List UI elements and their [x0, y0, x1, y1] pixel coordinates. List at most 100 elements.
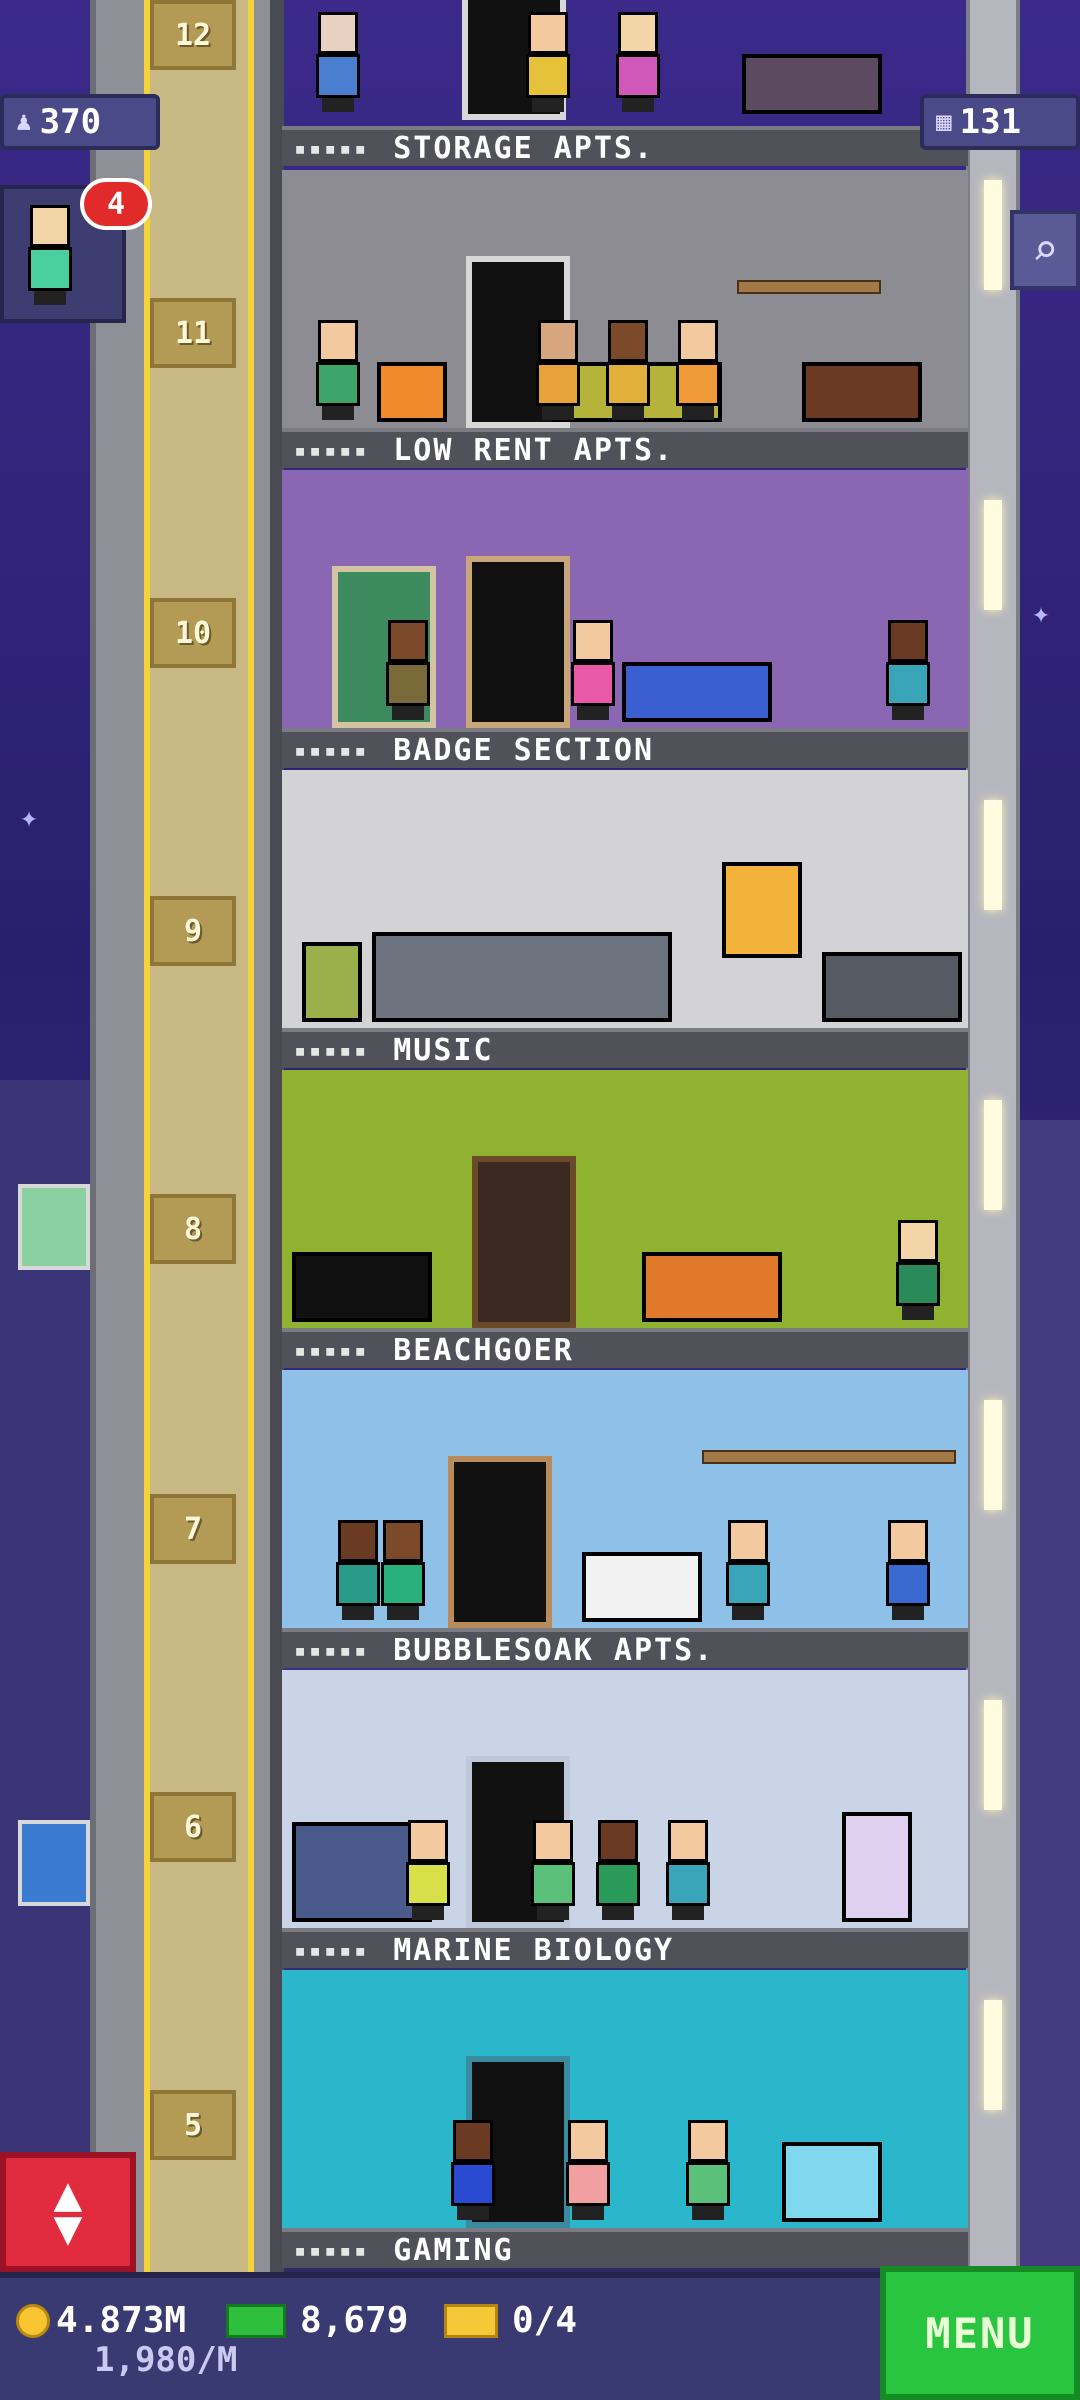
floor-name: STORAGE APTS. [393, 130, 655, 166]
tower-resident[interactable] [722, 1520, 774, 1620]
sofa [582, 1552, 702, 1622]
floor-label[interactable]: ▪▪▪▪▪ MARINE BIOLOGY [282, 1928, 968, 1968]
tower-resident[interactable] [612, 12, 664, 112]
floor-rating: ▪▪▪▪▪ [294, 136, 370, 160]
room-door [448, 1456, 552, 1628]
wall-shelf [702, 1450, 956, 1464]
floor-room[interactable] [282, 1370, 968, 1628]
floor-room[interactable] [282, 1970, 968, 2228]
floor-counter[interactable]: ▦ 131 [920, 94, 1080, 150]
grand-piano [292, 1252, 432, 1322]
floor-rating: ▪▪▪▪▪ [294, 1038, 370, 1062]
floor-room[interactable] [282, 1670, 968, 1928]
bux-value: 8,679 [300, 2300, 409, 2341]
tower-resident[interactable] [562, 2120, 614, 2220]
floor-room[interactable] [282, 770, 968, 1028]
city-skyline-right [1015, 1120, 1080, 2340]
message-icon[interactable] [18, 1820, 90, 1906]
bux-icon [226, 2303, 286, 2338]
floor-room[interactable] [282, 0, 968, 120]
floor-10[interactable]: ▪▪▪▪▪ BADGE SECTION [282, 470, 968, 770]
floor-room[interactable] [282, 1070, 968, 1328]
population-counter[interactable]: ♟ 370 [0, 94, 160, 150]
tower-resident[interactable] [592, 1820, 644, 1920]
tower-resident[interactable] [377, 1520, 429, 1620]
floor-9[interactable]: ▪▪▪▪▪ MUSIC [282, 770, 968, 1070]
tower-resident[interactable] [602, 320, 654, 420]
tower-resident[interactable] [447, 2120, 499, 2220]
floor-label[interactable]: ▪▪▪▪▪ MUSIC [282, 1028, 968, 1068]
floor-number-12: 12 [150, 0, 236, 70]
floor-7[interactable]: ▪▪▪▪▪ BUBBLESOAK APTS. [282, 1370, 968, 1670]
floor-label[interactable]: ▪▪▪▪▪ LOW RENT APTS. [282, 428, 968, 468]
elevator-button[interactable]: ▲ ▼ [0, 2152, 136, 2272]
floor-8[interactable]: ▪▪▪▪▪ BEACHGOER [282, 1070, 968, 1370]
fries-bitizen-icon[interactable] [18, 1184, 90, 1270]
floor-count-value: 131 [959, 102, 1022, 142]
room-door [472, 1156, 576, 1328]
tower-resident[interactable] [682, 2120, 734, 2220]
tower-resident[interactable] [662, 1820, 714, 1920]
bed [642, 1252, 782, 1322]
wall-light [984, 1700, 1002, 1810]
ticket-value: 0/4 [512, 2300, 578, 2341]
tower-resident[interactable] [402, 1820, 454, 1920]
wall-shelf [737, 280, 881, 294]
floor-label[interactable]: ▪▪▪▪▪ BADGE SECTION [282, 728, 968, 768]
tower-resident[interactable] [892, 1220, 944, 1320]
desk-row [372, 932, 672, 1022]
fridge [782, 2142, 882, 2222]
search-icon: ⌕ [1031, 224, 1059, 276]
wall-light [984, 2000, 1002, 2110]
tower-resident[interactable] [522, 12, 574, 112]
floor-number-8: 8 [150, 1194, 236, 1264]
wall-light [984, 1100, 1002, 1210]
tower-resident[interactable] [882, 1520, 934, 1620]
star-icon: ✦ [20, 800, 39, 835]
tower-resident[interactable] [382, 620, 434, 720]
floor-number-6: 6 [150, 1792, 236, 1862]
building-icon: ▦ [936, 107, 952, 137]
sofa [742, 54, 882, 114]
room-door [466, 556, 570, 728]
coin-balance[interactable]: 4.873M [16, 2300, 186, 2341]
floor-6[interactable]: ▪▪▪▪▪ MARINE BIOLOGY [282, 1670, 968, 1970]
floor-rating: ▪▪▪▪▪ [294, 1938, 370, 1962]
visitor-count-badge: 4 [80, 178, 152, 230]
bux-balance[interactable]: 8,679 [226, 2300, 408, 2341]
floor-label[interactable]: ▪▪▪▪▪ BUBBLESOAK APTS. [282, 1628, 968, 1668]
tower-resident[interactable] [527, 1820, 579, 1920]
floor-12[interactable]: ▪▪▪▪▪ STORAGE APTS. [282, 0, 968, 170]
floor-name: MARINE BIOLOGY [393, 1932, 675, 1968]
tower-resident[interactable] [567, 620, 619, 720]
tower-resident[interactable] [532, 320, 584, 420]
wall-light [984, 180, 1002, 290]
floor-name: BEACHGOER [393, 1332, 574, 1368]
search-button[interactable]: ⌕ [1010, 210, 1080, 290]
floor-number-5: 5 [150, 2090, 236, 2160]
floor-number-9: 9 [150, 896, 236, 966]
floor-room[interactable] [282, 170, 968, 428]
sofa [622, 662, 772, 722]
tower-resident[interactable] [312, 320, 364, 420]
floor-label[interactable]: ▪▪▪▪▪ STORAGE APTS. [282, 126, 968, 166]
floor-number-7: 7 [150, 1494, 236, 1564]
floor-name: MUSIC [393, 1032, 494, 1068]
coin-icon [16, 2303, 50, 2338]
tower-resident[interactable] [312, 12, 364, 112]
tower-resident[interactable] [882, 620, 934, 720]
floor-name: LOW RENT APTS. [393, 432, 675, 468]
tower-resident[interactable] [672, 320, 724, 420]
floor-number-10: 10 [150, 598, 236, 668]
ticket-balance[interactable]: 0/4 [444, 2300, 577, 2341]
floor-room[interactable] [282, 470, 968, 728]
elevator-arrows-icon: ▲ ▼ [53, 2166, 83, 2256]
floor-5[interactable]: ▪▪▪▪▪ GAMING [282, 1970, 968, 2270]
floor-name: BADGE SECTION [393, 732, 655, 768]
menu-button[interactable]: MENU [880, 2266, 1080, 2400]
floor-11[interactable]: ▪▪▪▪▪ LOW RENT APTS. [282, 170, 968, 470]
person-icon: ♟ [16, 107, 32, 137]
wall-light [984, 1400, 1002, 1510]
floor-label[interactable]: ▪▪▪▪▪ BEACHGOER [282, 1328, 968, 1368]
floor-label[interactable]: ▪▪▪▪▪ GAMING [282, 2228, 968, 2268]
